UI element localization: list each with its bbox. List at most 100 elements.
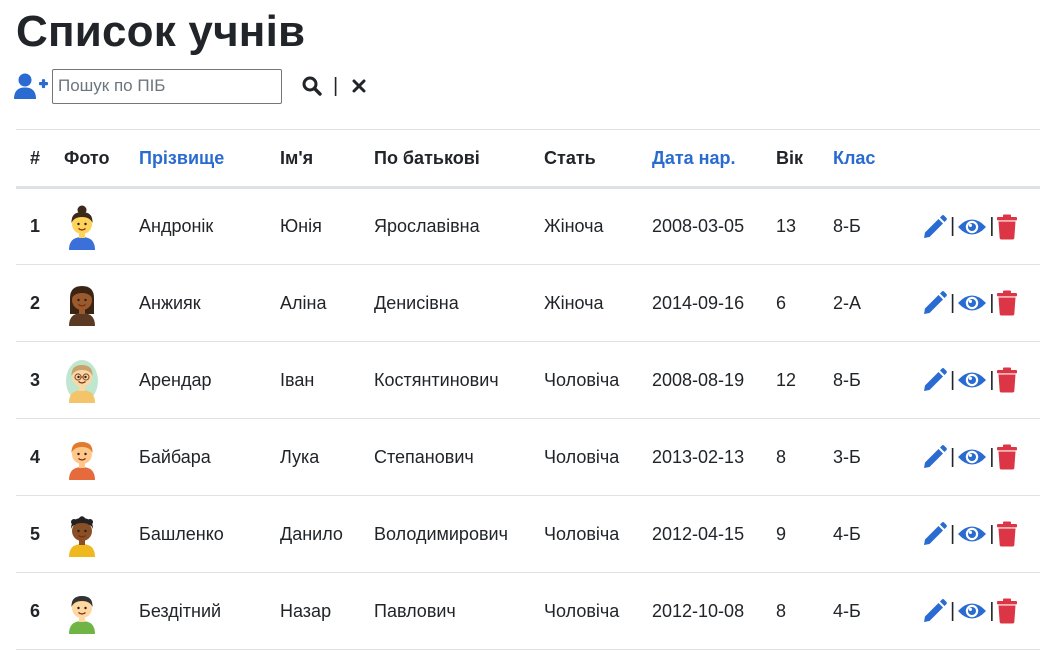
action-separator: | [989,215,995,237]
eye-icon [958,526,987,542]
row-actions: | | [904,342,1040,419]
user-plus-icon [14,73,48,99]
row-number: 2 [30,292,41,313]
row-birth-date: 2012-10-08 [652,600,745,621]
trash-icon [997,598,1018,624]
header-birth-date[interactable]: Дата нар. [652,130,776,188]
view-button[interactable] [957,523,987,545]
trash-icon [997,214,1018,239]
row-class: 4-Б [833,523,861,544]
row-surname: Башленко [139,523,224,544]
row-patronymic: Денисівна [374,292,459,313]
row-age: 9 [776,523,787,544]
search-input[interactable] [52,68,282,104]
trash-icon [997,290,1018,316]
search-button[interactable] [299,71,325,101]
delete-button[interactable] [996,598,1018,624]
view-button[interactable] [957,600,987,622]
row-actions: | | [904,265,1040,342]
boy-with-glasses-avatar [66,360,98,403]
red-haired-boy-avatar [69,442,95,480]
table-row: 3 Арендар Іван Костянтинович Чоловіча 20… [16,342,1040,419]
row-birth-date: 2012-04-15 [652,523,745,544]
row-age: 13 [776,216,797,236]
row-name: Аліна [280,292,327,313]
add-student-button[interactable] [14,69,50,103]
row-name: Данило [280,523,343,544]
action-separator: | [950,368,956,391]
row-surname: Анжияк [139,292,201,313]
view-button[interactable] [957,292,987,314]
row-class: 2-А [833,292,862,313]
row-photo-cell [64,573,139,650]
pencil-icon [924,599,947,622]
row-age: 6 [776,292,787,313]
header-patronymic: По батькові [374,147,480,168]
delete-button[interactable] [996,367,1018,393]
row-gender: Жіноча [544,292,604,313]
row-name: Юнія [280,216,322,236]
row-age: 8 [776,600,787,621]
action-separator: | [950,291,956,314]
row-name: Назар [280,600,332,621]
table-row: 5 Башленко Данило Володимирович Чоловіча… [16,496,1040,573]
action-separator: | [950,522,956,545]
row-patronymic: Степанович [374,446,474,467]
header-number: # [30,147,41,168]
row-actions: | | [904,496,1040,573]
trash-icon [997,367,1018,393]
pencil-icon [924,445,947,468]
row-age: 12 [776,369,797,390]
row-patronymic: Ярославівна [374,216,480,236]
dark-skinned-girl-avatar [69,286,95,326]
delete-button[interactable] [996,214,1018,240]
eye-icon [958,295,987,311]
pencil-icon [924,522,947,545]
eye-icon [958,603,987,619]
row-class: 3-Б [833,446,861,467]
view-button[interactable] [957,216,987,238]
header-photo: Фото [64,147,110,168]
table-row: 4 Байбара Лука Степанович Чоловіча 2013-… [16,419,1040,496]
edit-button[interactable] [922,444,948,470]
action-separator: | [989,368,995,391]
header-class[interactable]: Клас [833,130,904,188]
table-row: 1 Андронік Юнія Ярославівна Жіноча 2008-… [16,188,1040,265]
view-button[interactable] [957,369,987,391]
pencil-icon [924,214,947,238]
view-button[interactable] [957,446,987,468]
header-surname[interactable]: Прізвище [139,130,280,188]
row-number: 4 [30,446,41,467]
delete-button[interactable] [996,444,1018,470]
row-surname: Байбара [139,446,211,467]
pencil-icon [924,368,947,391]
edit-button[interactable] [922,598,948,624]
eye-icon [958,372,987,388]
trash-icon [997,444,1018,470]
action-separator: | [950,599,956,622]
row-photo-cell [64,188,139,265]
row-name: Іван [280,369,315,390]
edit-button[interactable] [922,521,948,547]
clear-search-button[interactable] [346,71,372,101]
row-class: 8-Б [833,369,861,390]
edit-button[interactable] [922,214,948,240]
action-separator: | [950,215,956,237]
row-number: 3 [30,369,41,390]
row-gender: Жіноча [544,216,604,236]
row-number: 5 [30,523,41,544]
row-class: 4-Б [833,600,861,621]
eye-icon [958,219,987,234]
action-separator: | [989,445,995,468]
delete-button[interactable] [996,290,1018,316]
students-table: # Фото Прізвище Ім'я По батькові Стать Д… [16,129,1040,650]
trash-icon [997,521,1018,547]
header-gender: Стать [544,147,596,168]
row-gender: Чоловіча [544,600,620,621]
row-photo-cell [64,496,139,573]
table-header-row: # Фото Прізвище Ім'я По батькові Стать Д… [16,129,1040,188]
row-birth-date: 2014-09-16 [652,292,745,313]
edit-button[interactable] [922,367,948,393]
edit-button[interactable] [922,290,948,316]
delete-button[interactable] [996,521,1018,547]
